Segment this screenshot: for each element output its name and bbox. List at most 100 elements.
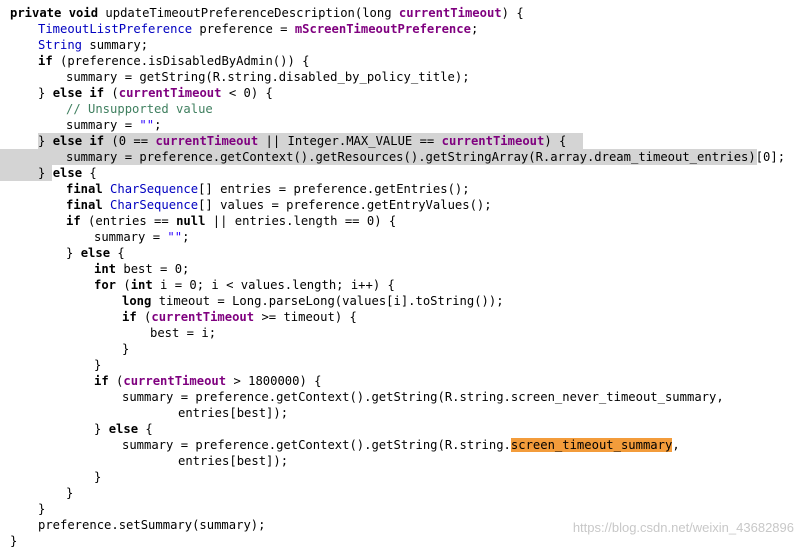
- code-token: if: [122, 310, 137, 324]
- code-token: || Integer.MAX_VALUE ==: [258, 134, 442, 148]
- code-line: summary = preference.getContext().getRes…: [66, 149, 785, 165]
- code-token: || entries.length == 0) {: [205, 214, 397, 228]
- code-token: else if: [52, 134, 105, 148]
- code-line: }: [122, 341, 129, 357]
- code-line: summary = getString(R.string.disabled_by…: [66, 69, 470, 85]
- code-token: ) {: [544, 134, 567, 148]
- code-line: }: [94, 469, 101, 485]
- code-line: }: [38, 501, 45, 517]
- code-token: best = i;: [150, 326, 217, 340]
- code-token: (long: [354, 6, 399, 20]
- code-token: [] values = preference.getEntryValues();: [198, 198, 492, 212]
- code-token: {: [82, 166, 97, 180]
- code-line: } else {: [38, 165, 97, 181]
- code-token: (0 ==: [104, 134, 156, 148]
- code-token: currentTimeout: [151, 310, 255, 324]
- code-line: String summary;: [38, 37, 148, 53]
- code-token: if: [66, 214, 81, 228]
- code-line: } else if (currentTimeout < 0) {: [38, 85, 273, 101]
- code-editor[interactable]: private void updateTimeoutPreferenceDesc…: [0, 0, 802, 548]
- code-token: best = 0;: [116, 262, 190, 276]
- code-token: else if: [52, 86, 105, 100]
- code-token: }: [94, 470, 102, 484]
- code-token: mScreenTimeoutPreference: [294, 22, 471, 36]
- code-token: }: [94, 422, 109, 436]
- code-token: ) {: [501, 6, 524, 20]
- code-line: final CharSequence[] values = preference…: [66, 197, 492, 213]
- code-line: best = i;: [150, 325, 216, 341]
- code-token: CharSequence: [110, 182, 199, 196]
- code-line: int best = 0;: [94, 261, 189, 277]
- code-line: entries[best]);: [178, 453, 288, 469]
- code-token: (: [108, 374, 124, 388]
- code-token: if: [94, 374, 109, 388]
- code-token: summary =: [66, 118, 140, 132]
- watermark-text: https://blog.csdn.net/weixin_43682896: [572, 520, 794, 535]
- code-token: else: [108, 422, 139, 436]
- code-token: summary = getString(R.string.disabled_by…: [66, 70, 470, 84]
- code-token: TimeoutListPreference: [38, 22, 193, 36]
- code-line: entries[best]);: [178, 405, 288, 421]
- code-token: int: [130, 278, 153, 292]
- code-token: currentTimeout: [118, 86, 222, 100]
- code-line: summary = preference.getContext().getStr…: [122, 389, 724, 405]
- code-token: private void: [10, 6, 106, 20]
- code-line: final CharSequence[] entries = preferenc…: [66, 181, 470, 197]
- code-token: (: [104, 86, 119, 100]
- code-line: summary = preference.getContext().getStr…: [122, 437, 680, 453]
- code-token: (entries ==: [80, 214, 177, 228]
- code-token: currentTimeout: [398, 6, 502, 20]
- code-line: if (currentTimeout >= timeout) {: [122, 309, 357, 325]
- code-token: {: [110, 246, 125, 260]
- code-line: } else {: [94, 421, 153, 437]
- code-line: } else if (0 == currentTimeout || Intege…: [38, 133, 566, 149]
- code-token: entries[best]);: [178, 454, 289, 468]
- code-token: }: [10, 534, 18, 548]
- code-line: summary = "";: [94, 229, 189, 245]
- code-line: }: [94, 357, 101, 373]
- code-token: }: [38, 166, 53, 180]
- code-token: (preference.isDisabledByAdmin()) {: [52, 54, 310, 68]
- code-line: long timeout = Long.parseLong(values[i].…: [122, 293, 504, 309]
- code-token: summary = preference.getContext().getStr…: [122, 390, 724, 404]
- code-token: }: [66, 486, 74, 500]
- code-token: "": [167, 230, 183, 244]
- code-token: preference.setSummary(summary);: [38, 518, 266, 532]
- code-token: updateTimeoutPreferenceDescription: [105, 6, 355, 20]
- code-line: // Unsupported value: [66, 101, 213, 117]
- code-token: summary = preference.getContext().getRes…: [66, 150, 786, 164]
- code-token: currentTimeout: [441, 134, 545, 148]
- code-line: private void updateTimeoutPreferenceDesc…: [10, 5, 524, 21]
- code-token: < 0) {: [221, 86, 273, 100]
- code-token: currentTimeout: [155, 134, 259, 148]
- code-token: preference =: [192, 22, 295, 36]
- code-token: else: [52, 166, 83, 180]
- code-token: for: [94, 278, 117, 292]
- code-line: if (entries == null || entries.length ==…: [66, 213, 396, 229]
- code-line: for (int i = 0; i < values.length; i++) …: [94, 277, 395, 293]
- code-token: }: [38, 86, 53, 100]
- code-token: ;: [470, 22, 479, 36]
- code-token: ,: [672, 438, 680, 452]
- selected-text: screen_timeout_summary: [510, 438, 673, 452]
- code-token: {: [138, 422, 153, 436]
- code-token: else: [80, 246, 111, 260]
- code-token: int: [94, 262, 117, 276]
- code-token: // Unsupported value: [66, 102, 213, 116]
- code-token: (: [116, 278, 131, 292]
- code-token: (: [136, 310, 152, 324]
- code-line: if (preference.isDisabledByAdmin()) {: [38, 53, 310, 69]
- code-line: summary = "";: [66, 117, 161, 133]
- code-token: String: [38, 38, 83, 52]
- code-line: }: [66, 485, 73, 501]
- code-token: }: [66, 246, 81, 260]
- code-token: final: [66, 198, 103, 212]
- code-token: ;: [154, 118, 162, 132]
- code-line: preference.setSummary(summary);: [38, 517, 265, 533]
- code-token: currentTimeout: [123, 374, 227, 388]
- code-token: i = 0; i < values.length; i++) {: [152, 278, 395, 292]
- code-token: summary =: [94, 230, 168, 244]
- code-token: summary;: [82, 38, 149, 52]
